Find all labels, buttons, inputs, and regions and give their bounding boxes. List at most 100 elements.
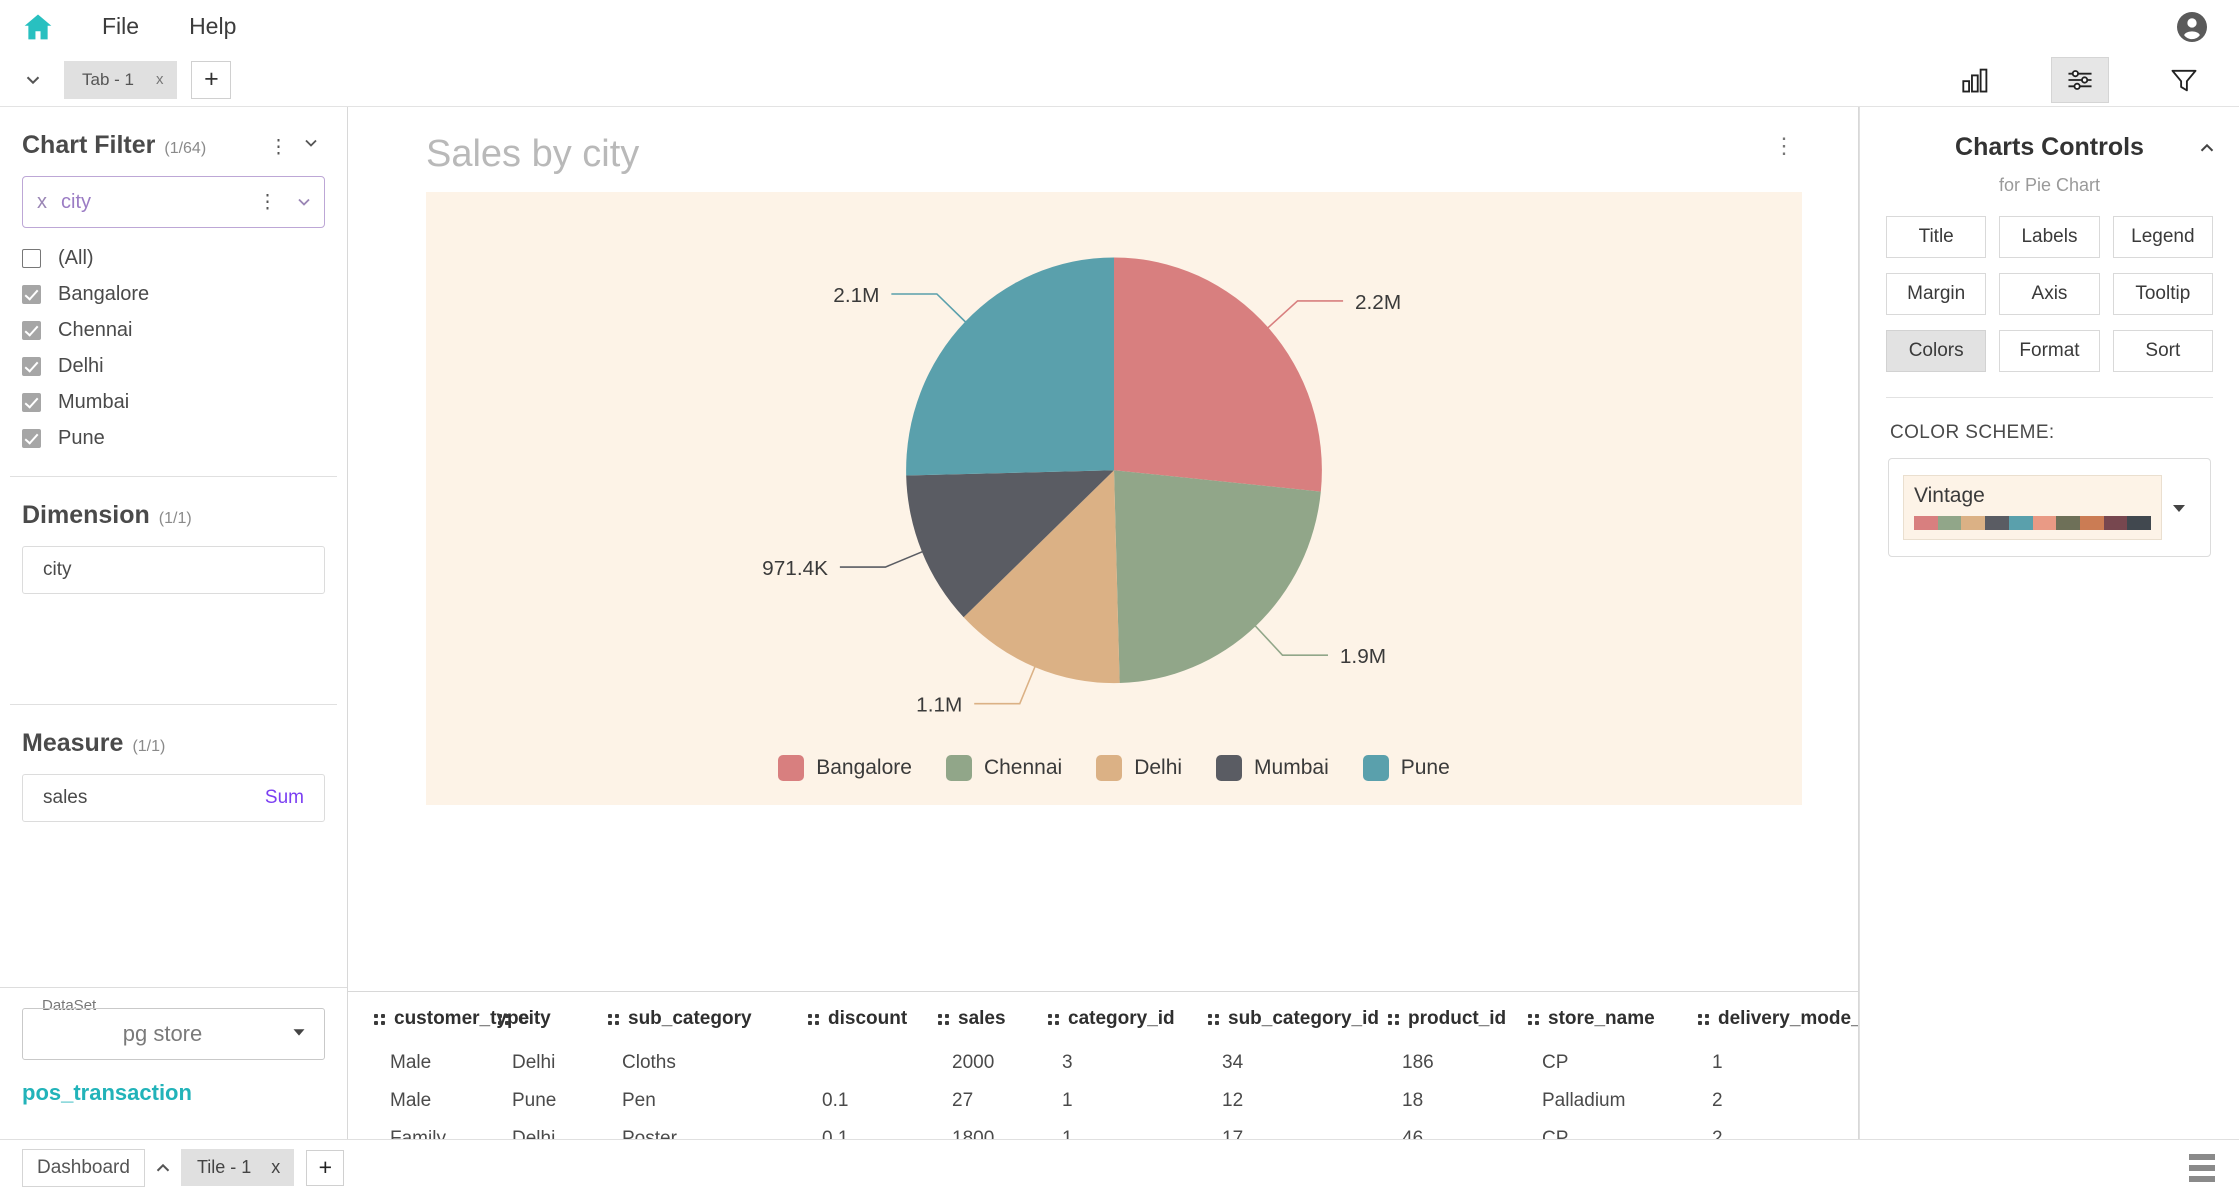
color-scheme-label: COLOR SCHEME: [1890,422,2055,443]
tabbar-chevron-down-icon[interactable] [16,63,50,97]
table-row[interactable]: MaleDelhiCloths2000334186CP128750-4700Ca… [348,1044,1858,1082]
control-colors-button[interactable]: Colors [1886,330,1987,372]
table-row[interactable]: FamilyDelhiPoster0.1180011746CP246500-53… [348,1120,1858,1139]
checkbox[interactable] [22,248,41,268]
legend-item-bangalore[interactable]: Bangalore [778,755,912,781]
pie-slice-chennai[interactable] [1114,470,1321,684]
control-legend-button[interactable]: Legend [2112,216,2213,258]
filter-field-select[interactable]: x city ⋮ [22,176,325,228]
filter-option-chennai[interactable]: Chennai [22,312,325,348]
column-header-sub_category[interactable]: sub_category [608,992,808,1044]
dataset-zone: DataSet pg store pos_transaction [0,987,347,1139]
dataset-table-name[interactable]: pos_transaction [22,1080,325,1106]
cell-sub_category_id: 17 [1222,1128,1244,1139]
table-row[interactable]: MalePunePen0.12711218Palladium216450-34.… [348,1082,1858,1120]
filter-option-mumbai[interactable]: Mumbai [22,384,325,420]
chart-area: Sales by city ⋮ 2.2M 1.9M 1.1M 971.4K 2.1M B… [348,107,1858,991]
checkbox[interactable] [22,356,41,376]
column-drag-handle-icon[interactable] [1528,1013,1539,1025]
left-panel-scroll: Chart Filter (1/64) ⋮ x city ⋮ (All) Ban… [0,107,347,987]
dimension-dropzone[interactable] [0,594,347,690]
pie-slice-pune[interactable] [906,257,1114,476]
cell-discount: 0.1 [822,1090,849,1111]
column-drag-handle-icon[interactable] [608,1013,619,1025]
column-drag-handle-icon[interactable] [1208,1013,1219,1025]
measure-field-sales[interactable]: sales Sum [22,774,325,822]
control-axis-button[interactable]: Axis [1999,273,2100,315]
filter-option-pune[interactable]: Pune [22,420,325,456]
dashboard-button[interactable]: Dashboard [22,1148,145,1187]
color-scheme-caret-down-icon[interactable] [2162,496,2196,520]
chart-more-options-icon[interactable]: ⋮ [1773,133,1802,159]
filter-option-bangalore[interactable]: Bangalore [22,276,325,312]
dataset-select[interactable]: pg store [22,1008,325,1060]
tile-1[interactable]: Tile - 1 x [180,1149,295,1186]
dimension-field-city[interactable]: city [22,546,325,594]
legend-item-delhi[interactable]: Delhi [1096,755,1182,781]
column-header-store_name[interactable]: store_name [1528,992,1698,1044]
filter-more-options-icon[interactable]: ⋮ [250,191,286,214]
color-scheme-select[interactable]: Vintage [1888,458,2211,557]
chart-filter-chevron-down-icon[interactable] [297,133,325,153]
column-header-sales[interactable]: sales [938,992,1048,1044]
tab-close-icon[interactable]: x [156,71,164,88]
control-format-button[interactable]: Format [1999,330,2100,372]
menu-file[interactable]: File [96,11,145,42]
column-drag-handle-icon[interactable] [374,1013,385,1025]
checkbox[interactable] [22,320,41,340]
control-margin-button[interactable]: Margin [1886,273,1987,315]
filter-option-all[interactable]: (All) [22,240,325,276]
column-header-product_id[interactable]: product_id [1388,992,1528,1044]
column-drag-handle-icon[interactable] [1048,1013,1059,1025]
filter-options-list: (All) Bangalore Chennai Delhi Mumbai Pun… [0,228,347,462]
charts-controls-chevron-up-icon[interactable] [2193,137,2221,159]
hamburger-menu-icon[interactable] [2183,1148,2221,1188]
home-icon[interactable] [18,7,58,47]
legend-item-chennai[interactable]: Chennai [945,755,1062,781]
legend-item-mumbai[interactable]: Mumbai [1216,755,1329,781]
filter-clear-icon[interactable]: x [37,191,47,214]
checkbox[interactable] [22,284,41,304]
column-drag-handle-icon[interactable] [808,1013,819,1025]
filter-option-label: Pune [58,426,105,449]
column-drag-handle-icon[interactable] [1388,1013,1399,1025]
control-tooltip-button[interactable]: Tooltip [2112,273,2213,315]
add-tab-button[interactable]: + [191,60,232,99]
tab-1[interactable]: Tab - 1 x [64,60,178,99]
menu-help[interactable]: Help [183,11,242,42]
column-header-category_id[interactable]: category_id [1048,992,1208,1044]
chart-filter-more-options-icon[interactable]: ⋮ [261,136,297,159]
filter-chevron-down-icon[interactable] [290,192,318,212]
legend-swatch [778,755,805,781]
checkbox[interactable] [22,428,41,448]
bottombar-chevron-up-icon[interactable] [145,1157,181,1179]
tile-close-icon[interactable]: x [271,1157,280,1178]
bar-chart-icon[interactable] [1947,56,2005,103]
add-tile-button[interactable]: + [306,1149,345,1186]
legend-swatch [1216,755,1243,781]
column-header-sub_category_id[interactable]: sub_category_id [1208,992,1388,1044]
checkbox[interactable] [22,392,41,412]
filter-funnel-icon[interactable] [2155,56,2213,103]
control-title-button[interactable]: Title [1886,216,1987,258]
legend-item-pune[interactable]: Pune [1362,755,1450,781]
column-header-delivery_mode_id[interactable]: delivery_mode_id [1698,992,1858,1044]
filter-option-delhi[interactable]: Delhi [22,348,325,384]
column-drag-handle-icon[interactable] [498,1013,509,1025]
column-drag-handle-icon[interactable] [1698,1013,1709,1025]
account-circle-icon[interactable] [2171,6,2213,48]
column-header-customer_type[interactable]: customer_type [348,992,529,1044]
cell-city: Delhi [512,1128,556,1139]
column-drag-handle-icon[interactable] [938,1013,949,1025]
measure-aggregation[interactable]: Sum [265,787,304,809]
pie-chart[interactable]: 2.2M 1.9M 1.1M 971.4K 2.1M [426,192,1802,805]
column-header-discount[interactable]: discount [808,992,938,1044]
header-row: customer_type city sub_category discount sal… [348,992,1858,1044]
pie-slice-bangalore[interactable] [1114,257,1322,492]
cell-delivery_mode_id: 2 [1712,1090,1723,1111]
control-labels-button[interactable]: Labels [1999,216,2100,258]
chart-settings-icon[interactable] [2051,56,2109,103]
dataset-caret-down-icon[interactable] [288,1021,310,1048]
cell-sub_category_id: 34 [1222,1052,1244,1073]
control-sort-button[interactable]: Sort [2112,330,2213,372]
